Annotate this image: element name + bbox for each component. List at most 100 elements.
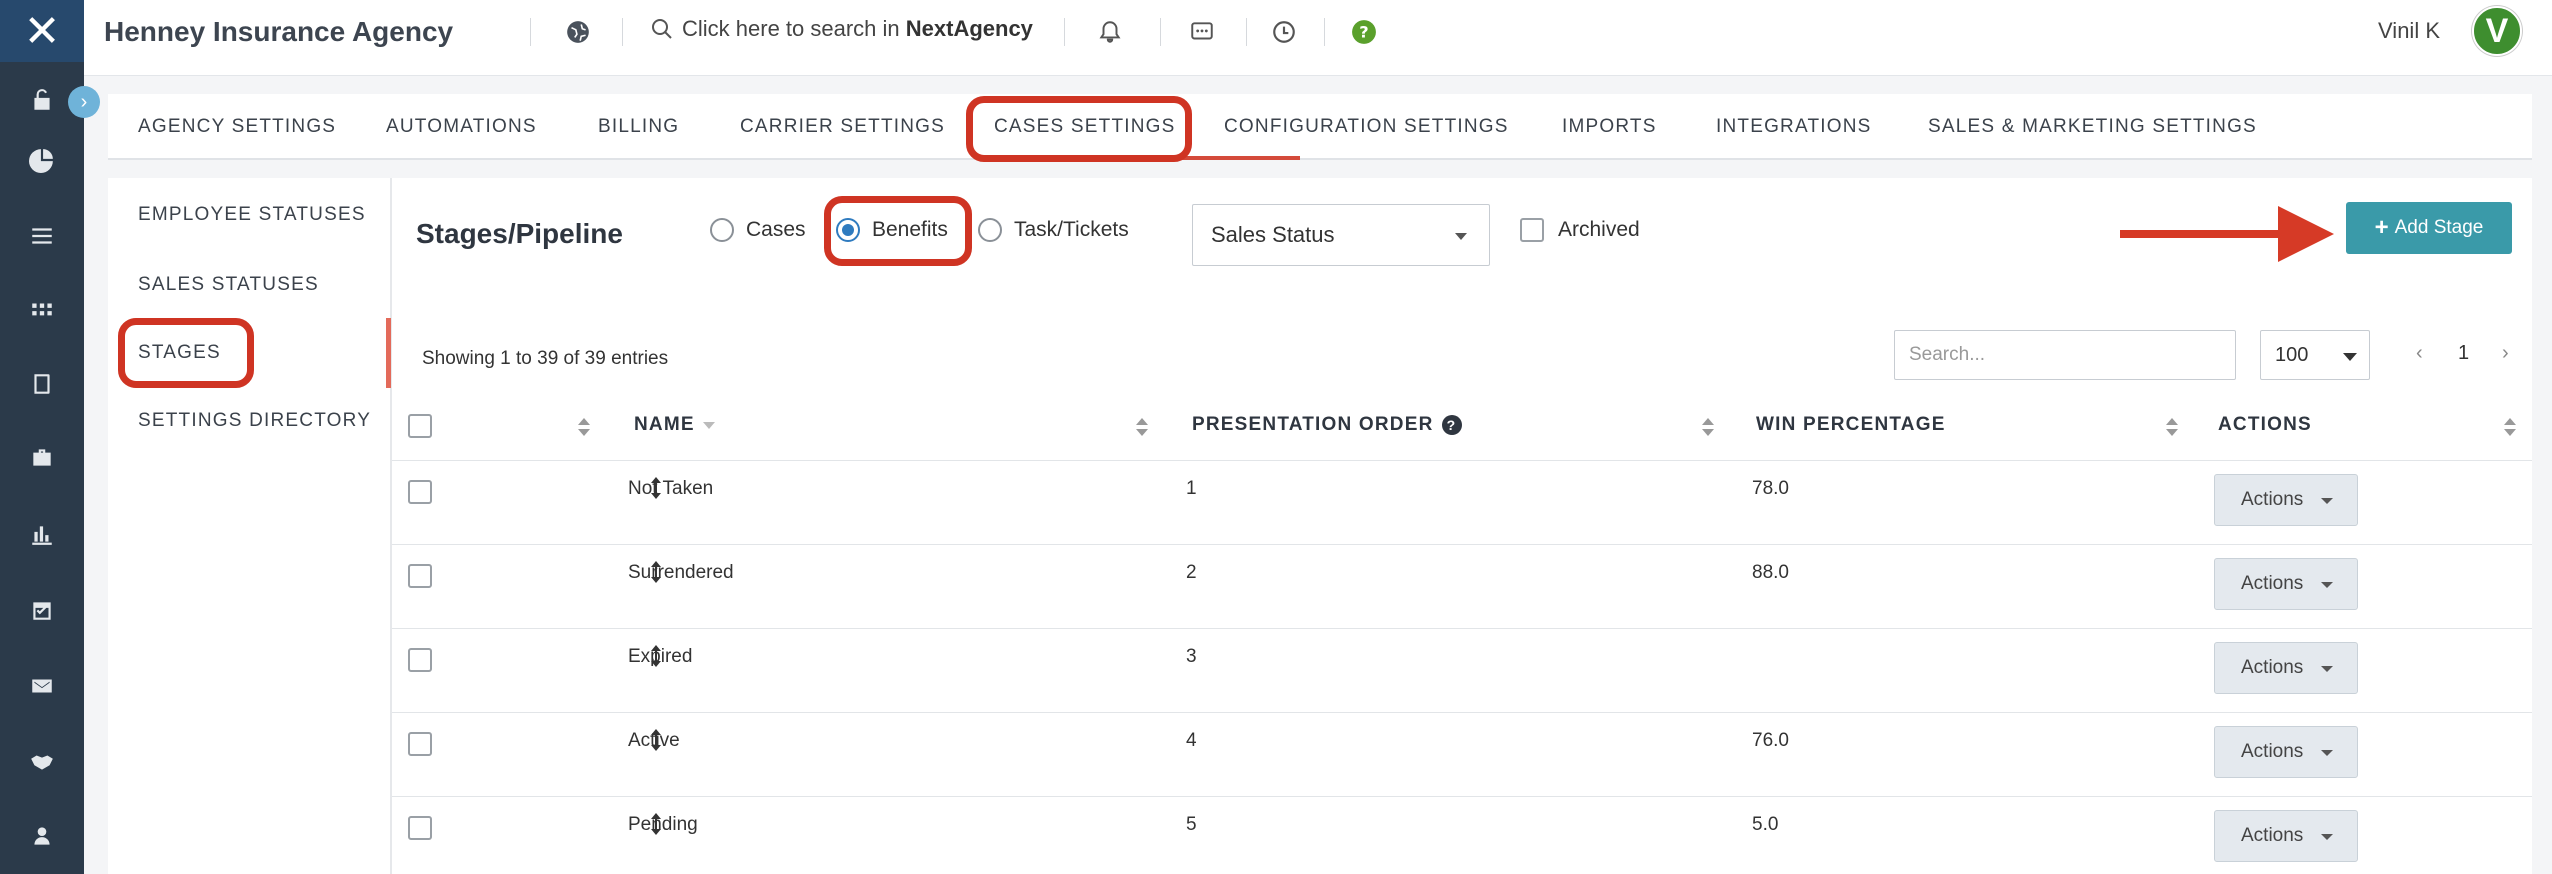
annotation-highlight-tab: [966, 96, 1192, 162]
sort-icon[interactable]: [2504, 418, 2516, 438]
search-prefix: Click here to search in: [682, 16, 906, 41]
radio-cases[interactable]: Cases: [710, 218, 806, 242]
select-all-checkbox[interactable]: [408, 414, 432, 438]
row-checkbox[interactable]: [408, 732, 432, 756]
cell-order: 3: [1186, 646, 1197, 667]
row-checkbox[interactable]: [408, 480, 432, 504]
sort-icon[interactable]: [2166, 418, 2178, 438]
nav-sales-statuses[interactable]: SALES STATUSES: [138, 274, 319, 296]
tab-billing[interactable]: BILLING: [598, 116, 679, 138]
bell-icon[interactable]: [1094, 16, 1126, 48]
tab-agency-settings[interactable]: AGENCY SETTINGS: [138, 116, 336, 138]
current-page[interactable]: 1: [2458, 342, 2469, 365]
cell-order: 5: [1186, 814, 1197, 835]
archived-label: Archived: [1558, 218, 1640, 241]
actions-dropdown-button[interactable]: Actions: [2214, 558, 2358, 610]
radio-task-tickets[interactable]: Task/Tickets: [978, 218, 1129, 242]
divider: [1246, 18, 1247, 46]
actions-label: Actions: [2241, 489, 2304, 510]
nav-settings-directory[interactable]: SETTINGS DIRECTORY: [138, 410, 371, 432]
archived-checkbox[interactable]: Archived: [1520, 218, 1640, 242]
annotation-arrow-head: [2278, 206, 2334, 262]
row-checkbox[interactable]: [408, 648, 432, 672]
cell-order: 1: [1186, 478, 1197, 499]
header-label: PRESENTATION ORDER: [1192, 414, 1434, 435]
cell-win: 78.0: [1752, 478, 1789, 499]
actions-label: Actions: [2241, 657, 2304, 678]
divider: [1160, 18, 1161, 46]
chat-icon[interactable]: [1186, 16, 1218, 48]
tab-integrations[interactable]: INTEGRATIONS: [1716, 116, 1872, 138]
table-search-input[interactable]: Search...: [1894, 330, 2236, 380]
calendar-check-icon[interactable]: [14, 582, 70, 638]
cell-win: 88.0: [1752, 562, 1789, 583]
next-page-button[interactable]: ›: [2502, 342, 2509, 365]
pie-chart-icon[interactable]: [14, 132, 70, 188]
unlock-icon[interactable]: [14, 72, 70, 128]
briefcase-icon[interactable]: [14, 430, 70, 486]
prev-page-button[interactable]: ‹: [2416, 342, 2423, 365]
actions-dropdown-button[interactable]: Actions: [2214, 642, 2358, 694]
plus-icon: +: [2374, 214, 2389, 241]
tab-sales-marketing-settings[interactable]: SALES & MARKETING SETTINGS: [1928, 116, 2257, 138]
status-select[interactable]: Sales Status: [1192, 204, 1490, 266]
cell-name: Pending: [628, 814, 698, 835]
chevron-down-icon: [2343, 353, 2357, 361]
actions-label: Actions: [2241, 741, 2304, 762]
row-divider: [392, 796, 2532, 797]
cell-win: 76.0: [1752, 730, 1789, 751]
column-header-win-percentage[interactable]: WIN PERCENTAGE: [1756, 414, 1946, 436]
status-select-value: Sales Status: [1211, 222, 1335, 247]
bar-chart-icon[interactable]: [14, 506, 70, 562]
actions-dropdown-button[interactable]: Actions: [2214, 474, 2358, 526]
actions-dropdown-button[interactable]: Actions: [2214, 726, 2358, 778]
clock-icon[interactable]: [1268, 16, 1300, 48]
tab-automations[interactable]: AUTOMATIONS: [386, 116, 537, 138]
person-icon[interactable]: [14, 808, 70, 864]
annotation-arrow: [2120, 230, 2282, 238]
row-checkbox[interactable]: [408, 816, 432, 840]
handshake-icon[interactable]: [14, 734, 70, 790]
add-stage-button[interactable]: + Add Stage: [2346, 202, 2512, 254]
mail-icon[interactable]: [14, 658, 70, 714]
cell-name: Expired: [628, 646, 693, 667]
tab-configuration-settings[interactable]: CONFIGURATION SETTINGS: [1224, 116, 1509, 138]
drag-sort-icon[interactable]: [578, 418, 590, 438]
page-size-value: 100: [2275, 343, 2309, 366]
nav-employee-statuses[interactable]: EMPLOYEE STATUSES: [138, 204, 366, 226]
add-stage-label: Add Stage: [2394, 217, 2484, 238]
main-panel: EMPLOYEE STATUSES SALES STATUSES STAGES …: [108, 178, 2532, 874]
sort-icon[interactable]: [1702, 418, 1714, 438]
page-size-select[interactable]: 100: [2260, 330, 2370, 380]
global-search[interactable]: Click here to search in NextAgency: [650, 16, 1033, 42]
sidebar-expand-button[interactable]: ›: [68, 86, 100, 118]
help-icon[interactable]: ?: [1348, 16, 1380, 48]
row-divider: [392, 460, 2532, 461]
cell-order: 2: [1186, 562, 1197, 583]
avatar[interactable]: V: [2472, 6, 2522, 56]
tab-imports[interactable]: IMPORTS: [1562, 116, 1657, 138]
checkbox[interactable]: [1520, 218, 1544, 242]
radio-dot: [978, 218, 1002, 242]
question-icon[interactable]: ?: [1441, 415, 1462, 435]
annotation-highlight-benefits: [824, 196, 972, 266]
logo[interactable]: ✕: [0, 0, 84, 62]
book-icon[interactable]: [14, 356, 70, 412]
actions-dropdown-button[interactable]: Actions: [2214, 810, 2358, 862]
divider: [622, 18, 623, 46]
agency-name: Henney Insurance Agency: [104, 16, 454, 47]
column-header-name[interactable]: NAME: [634, 414, 715, 436]
grid-icon[interactable]: [14, 282, 70, 338]
globe-icon[interactable]: [562, 16, 594, 48]
cell-order: 4: [1186, 730, 1197, 751]
list-icon[interactable]: [14, 208, 70, 264]
sort-icon[interactable]: [1136, 418, 1148, 438]
cell-name: Not Taken: [628, 478, 714, 499]
column-header-presentation-order[interactable]: PRESENTATION ORDER?: [1192, 414, 1462, 436]
chevron-down-icon: [2321, 834, 2333, 840]
top-bar: Henney Insurance Agency Click here to se…: [84, 0, 2552, 76]
user-name[interactable]: Vinil K: [2378, 18, 2440, 44]
actions-label: Actions: [2241, 825, 2304, 846]
row-checkbox[interactable]: [408, 564, 432, 588]
tab-carrier-settings[interactable]: CARRIER SETTINGS: [740, 116, 945, 138]
